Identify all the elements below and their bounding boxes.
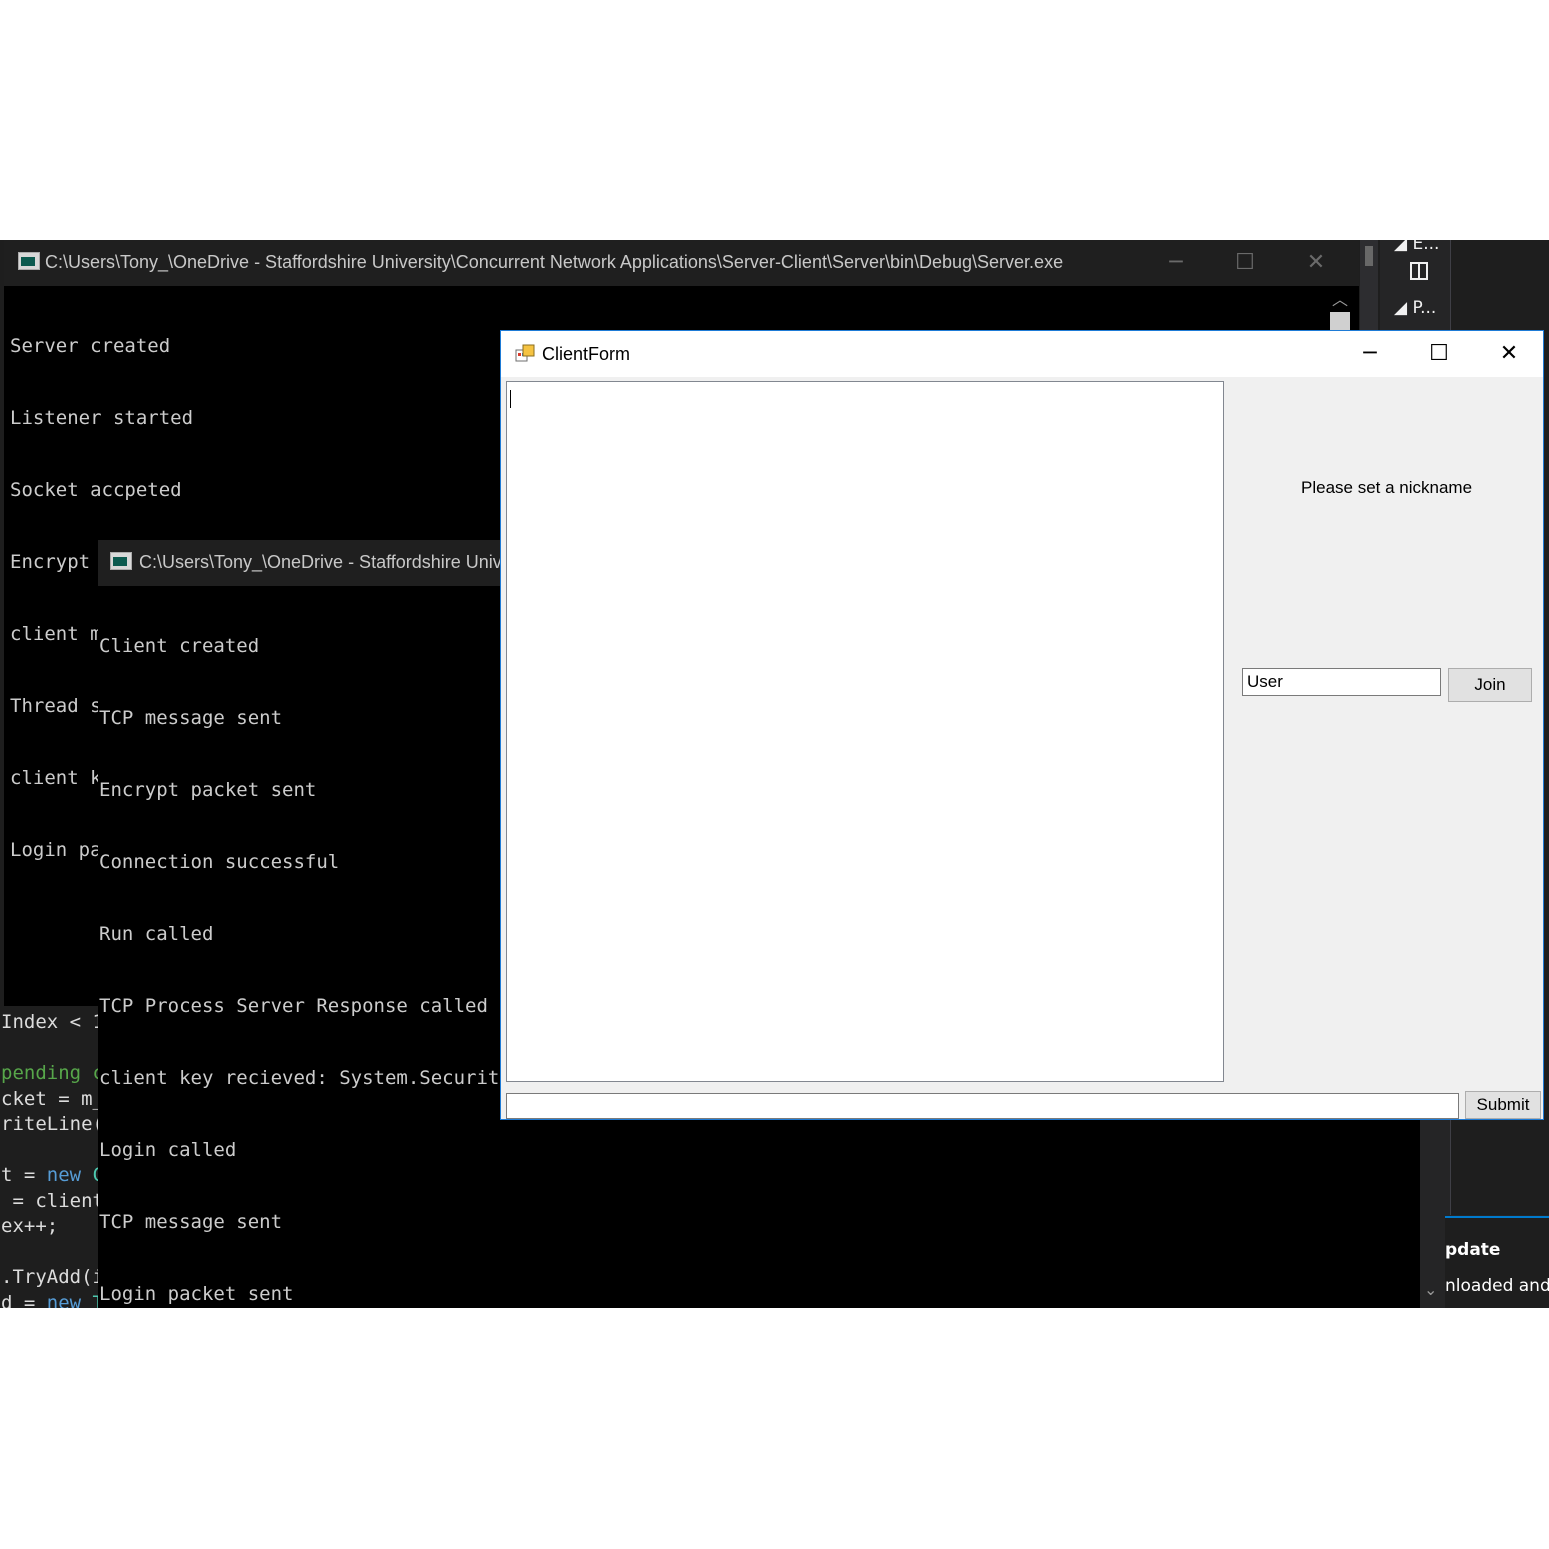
client-form-titlebar[interactable]: ClientForm ─ ☐ ✕ (501, 331, 1543, 377)
console-line: Run called (99, 923, 214, 945)
chevron-down-icon[interactable]: ⌄ (1424, 1280, 1437, 1299)
nickname-input[interactable] (1242, 668, 1441, 696)
console-line: TCP message sent (99, 707, 283, 729)
console-line: Login called (99, 1139, 237, 1161)
code-line: ex++; (1, 1215, 59, 1237)
console-output: Client created TCP message sent Encrypt … (99, 586, 522, 1308)
split-view-icon[interactable] (1410, 262, 1428, 285)
chat-display-textbox[interactable] (506, 381, 1224, 1082)
maximize-button[interactable]: ☐ (1417, 339, 1461, 369)
text-caret (510, 390, 511, 408)
join-button[interactable]: Join (1448, 668, 1532, 702)
window-title: C:\Users\Tony_\OneDrive - Staffordshire … (45, 252, 1064, 272)
tree-node[interactable]: ◢ E... (1394, 240, 1439, 254)
message-input[interactable] (506, 1093, 1459, 1119)
server-console-titlebar[interactable]: C:\Users\Tony_\OneDrive - Staffordshire … (4, 240, 1359, 286)
code-line: d = new T (1, 1292, 104, 1308)
console-line: Login packet sent (99, 1283, 294, 1305)
update-notification[interactable]: pdate nloaded and (1445, 1216, 1549, 1308)
console-line: Client created (99, 635, 260, 657)
scrollbar-thumb[interactable] (1365, 246, 1373, 266)
console-line: Connection successful (99, 851, 340, 873)
code-line: = client (1, 1190, 104, 1212)
console-app-icon (18, 252, 40, 270)
scroll-up-icon[interactable]: ︿ (1332, 286, 1348, 310)
update-text: nloaded and (1445, 1276, 1549, 1296)
vs-scrollbar[interactable] (1360, 240, 1378, 340)
console-line: Listener started (10, 407, 194, 429)
console-line: Encrypt packet sent (99, 779, 317, 801)
code-line: cket = m_ (1, 1088, 104, 1110)
client-form-window[interactable]: ClientForm ─ ☐ ✕ Please set a nickname J… (500, 330, 1544, 1120)
code-line: t = new C (1, 1164, 104, 1186)
scrollbar-thumb[interactable] (1330, 312, 1350, 332)
console-line: Socket accpeted (10, 479, 182, 501)
close-button[interactable]: ✕ (1298, 248, 1334, 278)
console-app-icon (110, 552, 132, 570)
window-title: ClientForm (542, 344, 631, 364)
code-line: pending c (1, 1062, 104, 1084)
code-line: .TryAdd(i (1, 1266, 104, 1288)
window-title: C:\Users\Tony_\OneDrive - Staffordshire … (139, 552, 512, 572)
form-app-icon (515, 344, 535, 362)
code-line: Index < 1 (1, 1011, 104, 1033)
close-button[interactable]: ✕ (1487, 339, 1531, 369)
tree-node[interactable]: ◢ P... (1394, 298, 1436, 318)
submit-button[interactable]: Submit (1465, 1091, 1541, 1119)
console-line: client key recieved: System.Security. (99, 1067, 523, 1089)
minimize-button[interactable]: ─ (1348, 339, 1392, 369)
code-line: riteLine( (1, 1113, 104, 1135)
maximize-button[interactable]: ☐ (1227, 248, 1263, 278)
console-line: TCP Process Server Response called (99, 995, 488, 1017)
nickname-label: Please set a nickname (1301, 478, 1473, 497)
console-line: Server created (10, 335, 171, 357)
console-line: TCP message sent (99, 1211, 283, 1233)
update-title: pdate (1445, 1240, 1501, 1260)
minimize-button[interactable]: ─ (1158, 248, 1194, 278)
